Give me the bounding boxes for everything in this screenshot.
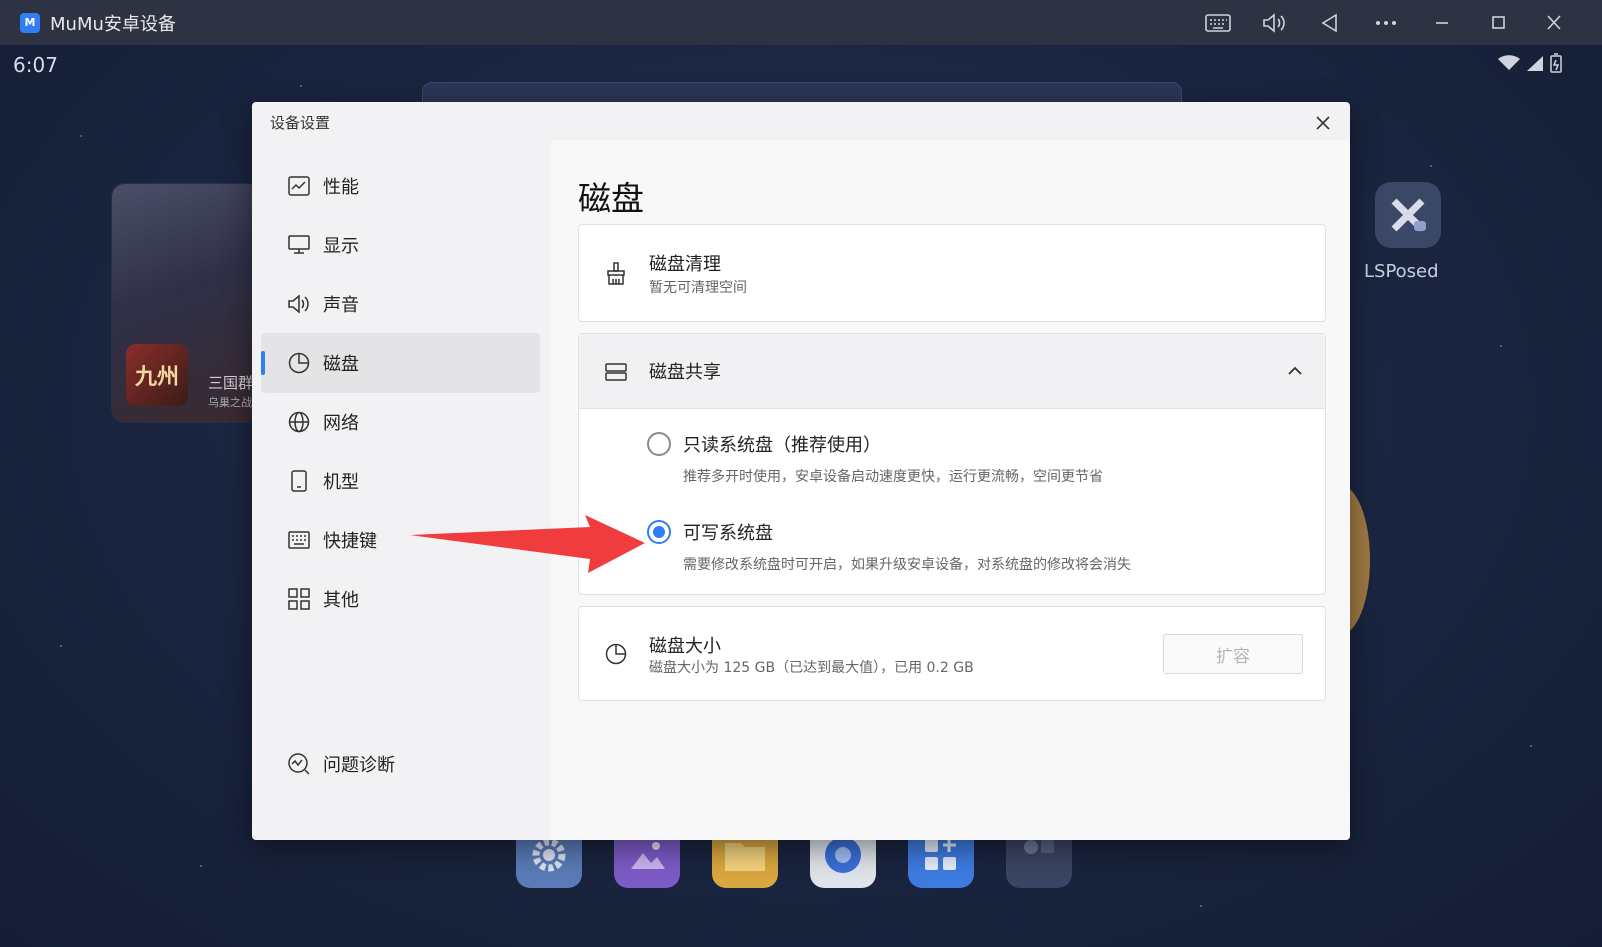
disk-cleanup-subtitle: 暂无可清理空间 bbox=[649, 280, 747, 296]
disk-size-title: 磁盘大小 bbox=[649, 636, 721, 657]
sidebar-item-label: 问题诊断 bbox=[323, 755, 395, 776]
readonly-disk-label[interactable]: 只读系统盘（推荐使用） bbox=[683, 431, 881, 457]
disk-share-header[interactable]: 磁盘共享 bbox=[579, 334, 1325, 409]
sidebar-item-label: 声音 bbox=[323, 295, 359, 316]
writable-disk-desc: 需要修改系统盘时可开启，如果升级安卓设备，对系统盘的修改将会消失 bbox=[683, 557, 1131, 573]
game-subtitle: 乌巢之战 bbox=[208, 396, 252, 409]
volume-icon[interactable] bbox=[1246, 0, 1302, 45]
disk-size-icon bbox=[603, 641, 629, 667]
disk-share-card: 磁盘共享 只读系统盘（推荐使用） 推荐多开时使用，安卓设备启动速度更快，运行更流… bbox=[578, 333, 1326, 595]
lsposed-label: LSPosed bbox=[1364, 261, 1439, 282]
battery-icon bbox=[1550, 53, 1562, 77]
lsposed-app-icon[interactable] bbox=[1375, 182, 1441, 248]
dialog-title: 设备设置 bbox=[270, 114, 331, 132]
performance-icon bbox=[287, 174, 311, 198]
game-card[interactable]: 九州 三国群 乌巢之战 bbox=[111, 183, 261, 423]
sidebar-item-label: 性能 bbox=[323, 177, 359, 198]
sidebar-item-label: 机型 bbox=[323, 472, 359, 493]
writable-disk-radio[interactable] bbox=[647, 520, 671, 544]
minimize-icon[interactable] bbox=[1414, 0, 1470, 45]
sidebar-item-label: 网络 bbox=[323, 413, 359, 434]
close-window-icon[interactable] bbox=[1526, 0, 1582, 45]
maximize-icon[interactable] bbox=[1470, 0, 1526, 45]
mumu-logo-icon: M bbox=[20, 12, 40, 33]
dialog-close-icon[interactable] bbox=[1308, 108, 1338, 138]
disk-cleanup-card[interactable]: 磁盘清理 暂无可清理空间 bbox=[578, 224, 1326, 322]
window-titlebar: M MuMu安卓设备 bbox=[0, 0, 1602, 45]
writable-disk-label[interactable]: 可写系统盘 bbox=[683, 519, 773, 545]
settings-content: 磁盘 磁盘清理 暂无可清理空间 磁盘共享 只读系统盘（推荐使用） 推荐多开时使用… bbox=[551, 140, 1350, 840]
back-icon[interactable] bbox=[1302, 0, 1358, 45]
keyboard-icon[interactable] bbox=[1190, 0, 1246, 45]
sidebar-item-sound[interactable]: 声音 bbox=[261, 274, 540, 334]
settings-sidebar: 性能 显示 声音 磁盘 网络 机型 快捷键 其他 问题诊断 bbox=[252, 140, 552, 840]
sidebar-item-disk[interactable]: 磁盘 bbox=[261, 333, 540, 393]
sidebar-item-model[interactable]: 机型 bbox=[261, 451, 540, 511]
disk-share-title: 磁盘共享 bbox=[649, 362, 721, 383]
sidebar-item-performance[interactable]: 性能 bbox=[261, 156, 540, 216]
sidebar-item-label: 快捷键 bbox=[323, 531, 377, 552]
grid-icon bbox=[287, 587, 311, 611]
more-icon[interactable] bbox=[1358, 0, 1414, 45]
disk-cleanup-title: 磁盘清理 bbox=[649, 254, 721, 275]
display-icon bbox=[287, 233, 311, 257]
disk-size-subtitle: 磁盘大小为 125 GB（已达到最大值），已用 0.2 GB bbox=[649, 660, 974, 676]
readonly-disk-radio[interactable] bbox=[647, 432, 671, 456]
disk-size-card: 磁盘大小 磁盘大小为 125 GB（已达到最大值），已用 0.2 GB 扩容 bbox=[578, 606, 1326, 701]
sidebar-item-label: 显示 bbox=[323, 236, 359, 257]
sidebar-item-network[interactable]: 网络 bbox=[261, 392, 540, 452]
signal-icon bbox=[1526, 55, 1544, 75]
sidebar-item-label: 磁盘 bbox=[323, 354, 359, 375]
device-settings-dialog: 设备设置 性能 显示 声音 磁盘 网络 机型 快捷键 其他 问题诊断 磁盘 磁盘… bbox=[252, 102, 1350, 840]
window-title: MuMu安卓设备 bbox=[50, 13, 176, 35]
broom-icon bbox=[603, 261, 629, 287]
wifi-icon bbox=[1498, 55, 1520, 75]
network-icon bbox=[287, 410, 311, 434]
sidebar-item-display[interactable]: 显示 bbox=[261, 215, 540, 275]
disk-icon bbox=[287, 351, 311, 375]
diagnose-icon bbox=[287, 752, 311, 776]
status-time: 6:07 bbox=[13, 53, 58, 77]
sound-icon bbox=[287, 292, 311, 316]
chevron-up-icon[interactable] bbox=[1283, 359, 1307, 383]
sidebar-item-other[interactable]: 其他 bbox=[261, 569, 540, 629]
keyboard-icon bbox=[287, 528, 311, 552]
game-title: 三国群 bbox=[208, 374, 254, 392]
game-icon: 九州 bbox=[126, 344, 188, 406]
red-arrow-annotation bbox=[410, 515, 645, 573]
page-title: 磁盘 bbox=[578, 179, 644, 218]
expand-disk-button[interactable]: 扩容 bbox=[1163, 634, 1303, 674]
storage-icon bbox=[603, 359, 629, 385]
phone-icon bbox=[287, 469, 311, 493]
sidebar-item-label: 其他 bbox=[323, 590, 359, 611]
readonly-disk-desc: 推荐多开时使用，安卓设备启动速度更快，运行更流畅，空间更节省 bbox=[683, 469, 1103, 485]
sidebar-item-diagnose[interactable]: 问题诊断 bbox=[261, 734, 540, 794]
